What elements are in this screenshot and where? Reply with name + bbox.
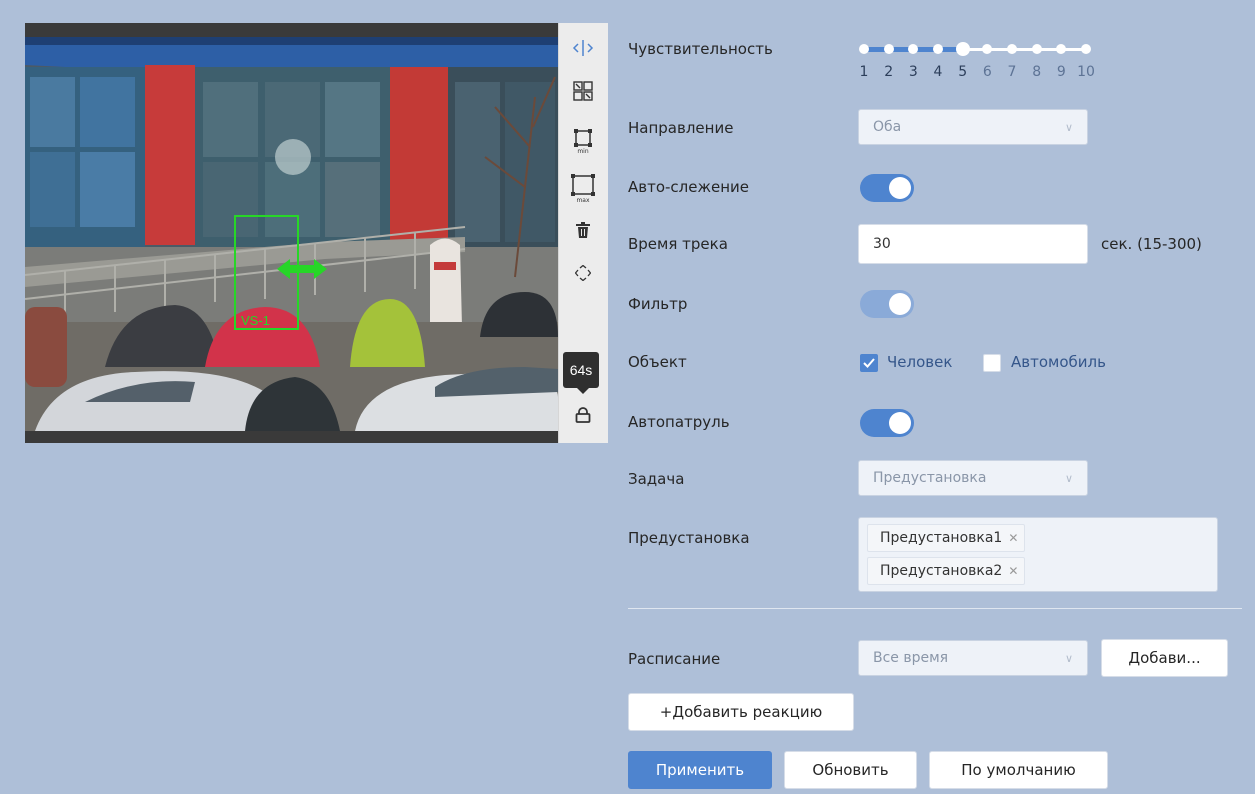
direction-select-value: Оба <box>873 119 902 135</box>
slider-tick-label: 9 <box>1056 64 1066 80</box>
sensitivity-slider[interactable]: 1 2 3 4 5 6 7 8 9 10 <box>859 42 1095 80</box>
apply-button[interactable]: Применить <box>628 751 772 789</box>
sensitivity-label: Чувствительность <box>628 40 773 58</box>
video-bottom-bar <box>25 431 558 443</box>
task-select[interactable]: Предустановка ∨ <box>858 460 1088 496</box>
direction-icon[interactable] <box>568 33 598 63</box>
auto-tracking-toggle[interactable] <box>860 174 914 202</box>
object-label: Объект <box>628 353 687 371</box>
svg-text:min: min <box>577 148 589 154</box>
preset-label: Предустановка <box>628 529 750 547</box>
schedule-select-value: Все время <box>873 650 949 666</box>
slider-step[interactable] <box>883 44 894 54</box>
task-select-value: Предустановка <box>873 470 987 486</box>
video-preview[interactable]: VS-1 <box>25 23 558 443</box>
refresh-button[interactable]: Обновить <box>784 751 917 789</box>
preset-tag: Предустановка1 ✕ <box>867 524 1026 552</box>
move-icon[interactable] <box>568 258 598 288</box>
schedule-add-button[interactable]: Добави... <box>1101 639 1228 677</box>
slider-tick-label: 7 <box>1007 64 1017 80</box>
slider-handle[interactable] <box>955 42 970 56</box>
direction-select[interactable]: Оба ∨ <box>858 109 1088 145</box>
toggle-knob <box>889 293 911 315</box>
vehicle-checkbox-label[interactable]: Автомобиль <box>1011 353 1106 371</box>
slider-step[interactable] <box>1056 44 1067 54</box>
delete-icon[interactable] <box>568 215 598 245</box>
video-top-bar <box>25 23 558 37</box>
slider-tick-label: 2 <box>884 64 894 80</box>
task-label: Задача <box>628 470 685 488</box>
chevron-down-icon: ∨ <box>1064 120 1073 134</box>
close-icon[interactable]: ✕ <box>1008 531 1018 545</box>
close-icon[interactable]: ✕ <box>1008 564 1018 578</box>
toggle-knob <box>889 412 911 434</box>
default-button[interactable]: По умолчанию <box>929 751 1108 789</box>
toggle-knob <box>889 177 911 199</box>
section-divider <box>628 608 1242 609</box>
chevron-down-icon: ∨ <box>1064 471 1073 485</box>
direction-label: Направление <box>628 119 734 137</box>
slider-step[interactable] <box>1081 44 1091 54</box>
slider-step[interactable] <box>1031 44 1042 54</box>
slider-step[interactable] <box>908 44 919 54</box>
slider-tick-label: 10 <box>1077 64 1095 80</box>
svg-text:max: max <box>576 197 590 203</box>
slider-tick-label: 3 <box>908 64 918 80</box>
preset-multiselect[interactable]: Предустановка1 ✕ Предустановка2 ✕ <box>858 517 1218 592</box>
slider-tick-label: 5 <box>958 64 968 80</box>
auto-tracking-label: Авто-слежение <box>628 178 750 196</box>
min-size-icon[interactable]: min <box>568 126 598 156</box>
preset-tag-label: Предустановка2 <box>880 563 1003 579</box>
zone-label: VS-1 <box>241 313 270 328</box>
autopatrol-toggle[interactable] <box>860 409 914 437</box>
slider-step[interactable] <box>982 44 993 54</box>
schedule-select[interactable]: Все время ∨ <box>858 640 1088 676</box>
direction-arrow-icon[interactable] <box>277 256 327 282</box>
add-reaction-button[interactable]: +Добавить реакцию <box>628 693 854 731</box>
slider-step[interactable] <box>933 44 943 54</box>
check-icon <box>863 358 875 368</box>
chevron-down-icon: ∨ <box>1064 651 1073 665</box>
vehicle-checkbox[interactable] <box>983 354 1001 372</box>
filter-label: Фильтр <box>628 295 688 313</box>
slider-tick-label: 4 <box>933 64 943 80</box>
person-checkbox-label[interactable]: Человек <box>887 353 952 371</box>
schedule-label: Расписание <box>628 650 721 668</box>
max-size-icon[interactable]: max <box>568 173 598 203</box>
autopatrol-label: Автопатруль <box>628 413 730 431</box>
person-checkbox[interactable] <box>860 354 878 372</box>
slider-tick-label: 6 <box>982 64 992 80</box>
lock-icon[interactable] <box>568 400 598 430</box>
preset-tag-label: Предустановка1 <box>880 530 1003 546</box>
preset-tag: Предустановка2 ✕ <box>867 557 1026 585</box>
track-time-label: Время трека <box>628 235 728 253</box>
slider-tick-label: 1 <box>859 64 869 80</box>
grid-icon[interactable] <box>568 76 598 106</box>
track-time-unit: сек. (15-300) <box>1101 235 1202 253</box>
slider-step[interactable] <box>859 44 869 54</box>
slider-tick-label: 8 <box>1032 64 1042 80</box>
time-tooltip: 64s <box>563 352 599 394</box>
slider-step[interactable] <box>1007 44 1017 54</box>
filter-toggle[interactable] <box>860 290 914 318</box>
track-time-input[interactable]: 30 <box>858 224 1088 264</box>
